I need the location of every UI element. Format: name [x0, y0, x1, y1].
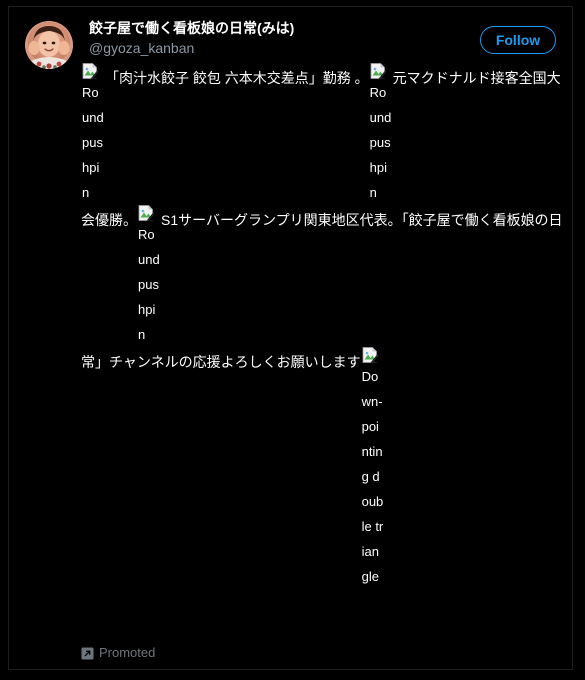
promoted-profile-card[interactable]: 餃子屋で働く看板娘の日常(みは) @gyoza_kanban Follow Ro… — [8, 6, 573, 670]
broken-image-icon — [138, 205, 154, 221]
handle: @gyoza_kanban — [89, 40, 195, 56]
broken-image-icon — [370, 63, 386, 79]
bio-segment-1: 「肉汁水餃子 餃包 六本木交差点」勤務 。 — [105, 70, 369, 86]
broken-image-alt-text: Down-pointing double triangle — [361, 369, 384, 584]
broken-image-icon — [362, 347, 378, 363]
promoted-badge: Promoted — [81, 645, 155, 661]
avatar-image — [25, 21, 73, 69]
broken-image-placeholder[interactable]: Round pushpin — [138, 205, 160, 347]
display-name: 餃子屋で働く看板娘の日常(みは) — [89, 20, 295, 36]
profile-bio: Round pushpin 「肉汁水餃子 餃包 六本木交差点」勤務 。 Roun… — [81, 63, 567, 589]
external-link-icon — [81, 646, 94, 660]
broken-image-placeholder[interactable]: Round pushpin — [370, 63, 392, 205]
promoted-label: Promoted — [99, 645, 156, 660]
follow-button[interactable]: Follow — [480, 26, 556, 54]
profile-identity[interactable]: 餃子屋で働く看板娘の日常(みは) @gyoza_kanban — [89, 19, 294, 58]
broken-image-placeholder[interactable]: Down-pointing double triangle — [362, 347, 384, 589]
avatar[interactable] — [25, 21, 73, 69]
broken-image-icon — [82, 63, 98, 79]
broken-image-placeholder[interactable]: Round pushpin — [82, 63, 104, 205]
broken-image-alt-text: Round pushpin — [82, 85, 104, 200]
broken-image-alt-text: Round pushpin — [369, 85, 392, 200]
broken-image-alt-text: Round pushpin — [138, 227, 160, 342]
